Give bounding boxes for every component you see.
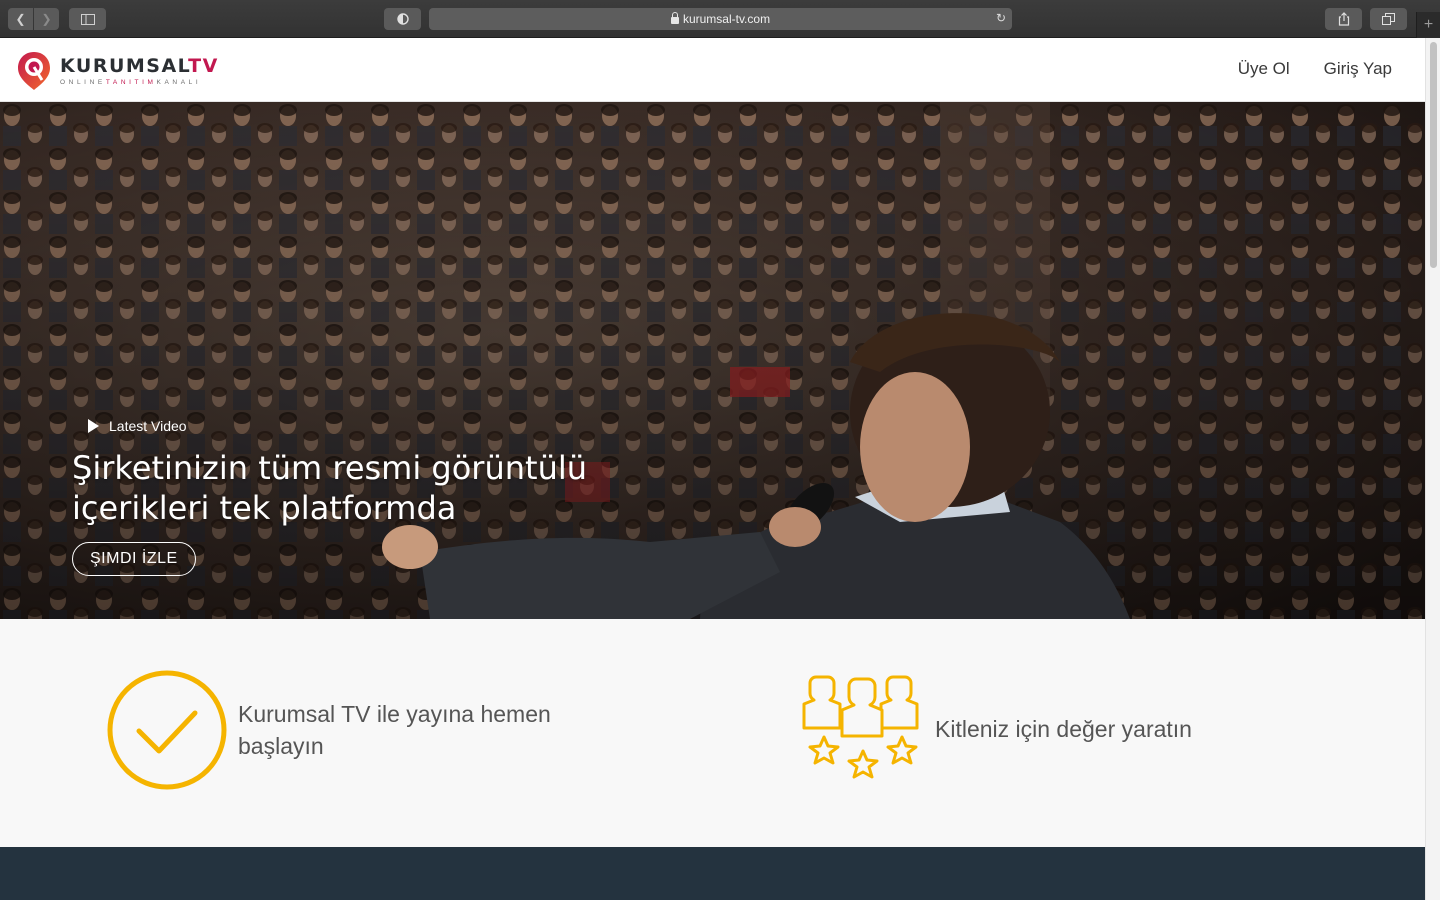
dark-footer-section [0, 847, 1425, 900]
share-button[interactable] [1325, 8, 1362, 30]
logo-word-accent: TV [188, 55, 219, 77]
scrollbar-thumb[interactable] [1430, 42, 1437, 268]
main-nav: Üye Ol Giriş Yap [1238, 59, 1392, 79]
login-link[interactable]: Giriş Yap [1324, 59, 1392, 79]
play-icon [88, 419, 99, 433]
checkmark-circle-icon [107, 670, 227, 790]
page-scrollbar[interactable] [1425, 38, 1440, 900]
tabs-icon [1382, 13, 1395, 25]
latest-video-label[interactable]: Latest Video [88, 418, 672, 434]
forward-button[interactable]: ❯ [34, 8, 59, 30]
address-bar[interactable]: kurumsal-tv.com ↻ [429, 8, 1012, 30]
shield-icon [396, 13, 409, 25]
location-pin-logo-icon [18, 52, 50, 90]
hero-content: Latest Video Şirketinizin tüm resmi görü… [72, 418, 672, 576]
logo-tagline-part: KANALI [156, 79, 202, 86]
feature-item: Kitleniz için değer yaratın [802, 673, 1192, 785]
address-text: kurumsal-tv.com [682, 12, 771, 26]
latest-video-text: Latest Video [109, 418, 187, 434]
site-logo[interactable]: KURUMSALTV ONLINETANITIMKANALI [16, 50, 219, 92]
logo-tagline-part: ONLINE [60, 79, 106, 86]
back-button[interactable]: ❮ [8, 8, 33, 30]
feature-text: Kurumsal TV ile yayına hemen başlayın [238, 701, 551, 759]
hero-title: Şirketinizin tüm resmi görüntülü içerikl… [72, 449, 588, 527]
privacy-shield-button[interactable] [384, 8, 421, 30]
sidebar-icon [80, 13, 95, 25]
feature-item: Kurumsal TV ile yayına hemen başlayın [106, 669, 638, 791]
history-nav: ❮ ❯ [8, 8, 59, 30]
feature-text: Kitleniz için değer yaratın [935, 716, 1192, 742]
audience-stars-icon [802, 675, 919, 779]
reload-icon[interactable]: ↻ [996, 11, 1006, 25]
watch-now-button[interactable]: ŞIMDI İZLE [72, 542, 196, 576]
sidebar-toggle-button[interactable] [69, 8, 106, 30]
browser-toolbar: ❮ ❯ kurumsal-tv.com ↻ + [0, 0, 1440, 38]
site-header: KURUMSALTV ONLINETANITIMKANALI Üye Ol Gi… [0, 38, 1425, 102]
logo-word: KURUMSAL [60, 55, 189, 77]
logo-tagline-part: TANITIM [105, 79, 157, 86]
tabs-overview-button[interactable] [1370, 8, 1407, 30]
lock-icon [670, 12, 679, 24]
share-icon [1338, 12, 1349, 26]
new-tab-button[interactable]: + [1416, 12, 1440, 38]
hero-banner: Latest Video Şirketinizin tüm resmi görü… [0, 102, 1425, 619]
features-section: Kurumsal TV ile yayına hemen başlayın Ki… [0, 619, 1425, 847]
signup-link[interactable]: Üye Ol [1238, 59, 1290, 79]
